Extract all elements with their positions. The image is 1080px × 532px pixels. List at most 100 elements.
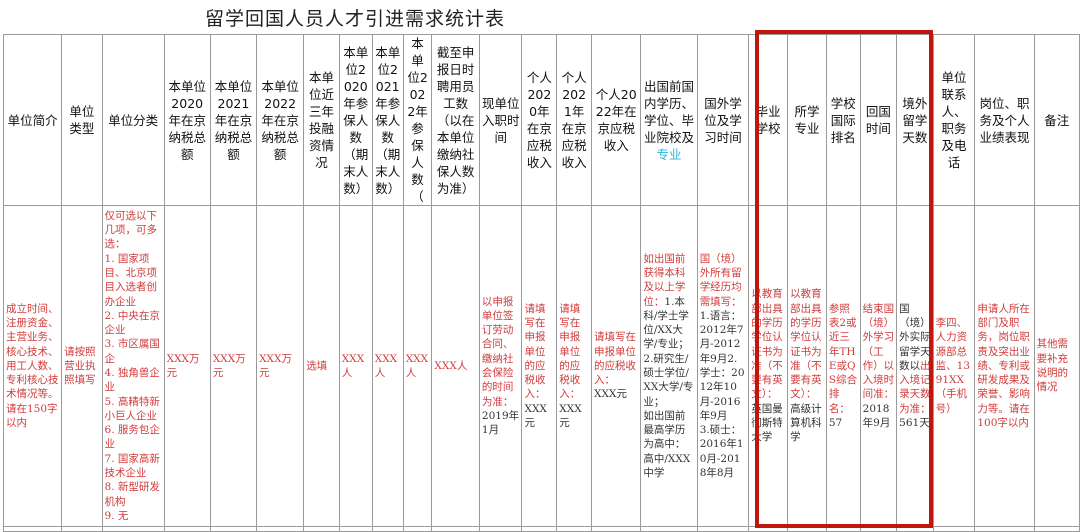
data-cell[interactable]: XXX人 [431,205,480,527]
data-cell[interactable]: XXX人 [402,205,433,527]
header-cell[interactable]: 本单位近三年投融资情况 [303,34,340,206]
header-cell[interactable]: 本单位2022年在京纳税总额 [256,34,305,206]
data-cell[interactable] [640,526,698,532]
header-cell[interactable]: 本单位2021年参保人数（期末人数） [371,34,404,206]
data-cell[interactable]: XXX万元 [256,205,305,527]
header-text: 出国前国内学历、学位、毕业院校及 [644,78,695,145]
header-cell[interactable]: 个人2020年在京应税收入 [521,34,558,206]
cell-value: 1.语言：2012年7月-2012年9月2.学士：2012年10月-2016年9… [699,309,745,480]
header-cell[interactable]: 出国前国内学历、学位、毕业院校及 专业 [640,34,698,206]
data-cell[interactable] [101,526,165,532]
data-cell[interactable]: 国（境）外所有留学经历均需填写： 1.语言：2012年7月-2012年9月2.学士… [696,205,750,527]
cell-value: 57 [828,417,843,430]
cell-value: XXX元 [524,402,547,430]
data-cell[interactable] [163,526,211,532]
header-cell[interactable]: 单位分类 [101,34,165,206]
data-cell[interactable]: XXX人 [371,205,404,527]
cell-value: 2018年9月 [862,402,891,430]
data-cell[interactable] [371,526,404,532]
cell-hint: 请填写在申报单位的应税收入： [559,302,581,401]
cell-value: 2019年1月 [481,409,520,437]
data-cell[interactable]: XXX人 [338,205,373,527]
data-cell[interactable]: 结束国（境）外学习（工作）以入境时间准： 2018年9月 [859,205,898,527]
header-cell[interactable]: 截至申报日时聘用员工数（以在本单位缴纳社保人数为准） [431,34,480,206]
data-cell[interactable] [521,526,558,532]
data-cell[interactable] [859,526,898,532]
data-cell[interactable]: 选填 [303,205,340,527]
cell-value: 英国曼彻斯特大学 [751,402,783,444]
header-row: 单位简介 单位类型 单位分类 本单位2020年在京纳税总额 本单位2021年在京… [2,34,1080,206]
data-cell[interactable] [696,526,750,532]
data-cell[interactable] [2,526,63,532]
header-cell[interactable]: 个人2022年在京应税收入 [591,34,642,206]
data-cell[interactable] [974,526,1035,532]
data-cell[interactable]: 以教育部出具的学历学位认证书为准（不要有英文）： 英国曼彻斯特大学 [748,205,789,527]
header-cell[interactable]: 备注 [1033,34,1080,206]
data-cell[interactable] [896,526,934,532]
data-cell[interactable] [932,526,976,532]
header-cell[interactable]: 回国时间 [859,34,898,206]
data-cell[interactable] [338,526,373,532]
cell-hint: 参照表2或近三年THE或QS综合排名： [828,302,858,415]
cell-value: XXX元 [559,402,582,430]
data-cell[interactable]: 成立时间、注册资金、主营业务、核心技术、用工人数、专利核心技术情况等。请在150… [2,205,63,527]
header-highlight-text: 专业 [656,146,682,162]
data-cell[interactable]: 国（境）外实际留学天数以出入境记录天数为准： 561天 [896,205,934,527]
cell-hint: 以教育部出具的学历学位认证书为准（不要有英文）： [790,288,822,401]
data-cell[interactable]: 其他需要补充说明的情况 [1033,205,1080,527]
data-cell[interactable]: XXX万元 [209,205,258,527]
data-cell[interactable]: 请填写在申报单位的应税收入： XXX元 [556,205,593,527]
data-cell[interactable]: 请填写在申报单位的应税收入： XXX元 [521,205,558,527]
data-cell[interactable] [825,526,861,532]
header-cell[interactable]: 个人2021年在京应税收入 [556,34,593,206]
empty-row [2,526,1080,532]
cell-hint: 结束国（境）外学习（工作）以入境时间准： [862,302,895,401]
header-cell[interactable]: 现单位入职时间 [478,34,523,206]
data-cell[interactable]: 以申报单位签订劳动合同、缴纳社会保险的时间为准：2019年1月 [478,205,523,527]
data-cell[interactable]: 参照表2或近三年THE或QS综合排名： 57 [825,205,861,527]
data-cell[interactable]: 申请人所在部门及职务，岗位职责及突出业绩、专利或研发成果及荣誉、影响力等。请在1… [974,205,1035,527]
example-row: 成立时间、注册资金、主营业务、核心技术、用工人数、专利核心技术情况等。请在150… [2,205,1080,527]
data-cell[interactable]: 李四、人力资源部总监、1391XX（手机号） [932,205,976,527]
data-cell[interactable] [61,526,103,532]
header-cell[interactable]: 本单位2020年参保人数（期末人数） [338,34,373,206]
data-cell[interactable] [209,526,258,532]
header-cell[interactable]: 毕业学校 [748,34,789,206]
header-cell[interactable]: 本单位2022年参保人数（ [402,34,433,206]
data-cell[interactable] [748,526,789,532]
cell-value: 1.本科/学士学位/XX大学/专业； 2.研究生/硕士学位/XX大学/专业； 如… [643,295,694,480]
header-cell[interactable]: 所学专业 [787,34,827,206]
data-cell[interactable] [402,526,433,532]
cell-value: 高级计算机科学 [790,402,822,444]
data-cell[interactable] [1033,526,1080,532]
header-cell[interactable]: 单位简介 [2,34,63,206]
data-cell[interactable] [256,526,305,532]
header-cell[interactable]: 本单位2021年在京纳税总额 [209,34,258,206]
cell-hint: 国（境）外所有留学经历均需填写： [699,252,742,308]
header-cell[interactable]: 国外学位及学习时间 [696,34,750,206]
header-cell[interactable]: 境外留学天数 [896,34,934,206]
cell-hint: 以教育部出具的学历学位认证书为准（不要有英文）： [751,288,783,401]
data-cell[interactable]: XXX万元 [163,205,211,527]
data-cell[interactable] [556,526,593,532]
cell-value: 561天 [899,417,930,430]
data-cell[interactable]: 请按照营业执照填写 [61,205,103,527]
header-cell[interactable]: 岗位、职务及个人业绩表现 [974,34,1035,206]
data-cell[interactable]: 仅可选以下几项，可多选： 1. 国家项目、北京项目入选者创办企业 2. 中央在京… [101,205,165,527]
header-cell[interactable]: 单位类型 [61,34,103,206]
data-cell[interactable] [431,526,480,532]
data-cell[interactable]: 请填写在申报单位的应税收入： XXX元 [591,205,642,527]
cell-value: XXX元 [594,388,627,401]
data-cell[interactable] [591,526,642,532]
data-cell[interactable] [303,526,340,532]
data-cell[interactable] [478,526,523,532]
header-cell[interactable]: 单位联系人、职务及电话 [932,34,976,206]
header-cell[interactable]: 学校国际排名 [825,34,861,206]
cell-hint: 请填写在申报单位的应税收入： [594,331,637,387]
data-cell[interactable] [787,526,827,532]
data-cell[interactable]: 以教育部出具的学历学位认证书为准（不要有英文）： 高级计算机科学 [787,205,827,527]
talent-demand-table: 单位简介 单位类型 单位分类 本单位2020年在京纳税总额 本单位2021年在京… [2,34,1080,532]
data-cell[interactable]: 如出国前获得本科及以上学位：1.本科/学士学位/XX大学/专业； 2.研究生/硕… [640,205,698,527]
header-cell[interactable]: 本单位2020年在京纳税总额 [163,34,211,206]
cell-hint: 请填写在申报单位的应税收入： [524,302,546,401]
